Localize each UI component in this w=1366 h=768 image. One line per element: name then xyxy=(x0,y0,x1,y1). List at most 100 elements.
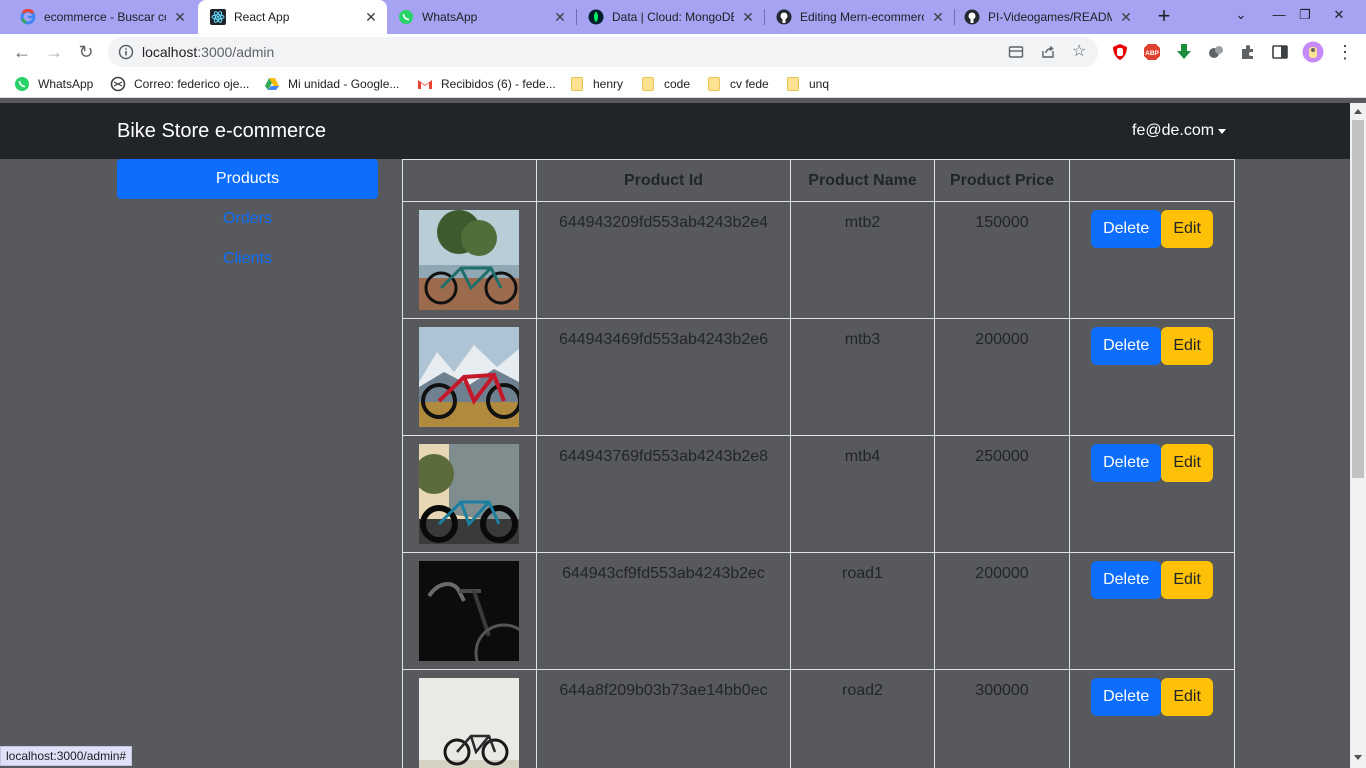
address-bar[interactable]: localhost:3000/admin ☆ xyxy=(108,37,1098,67)
edit-button[interactable]: Edit xyxy=(1161,561,1213,599)
gmail-icon xyxy=(417,76,433,92)
bookmark-gmail[interactable]: Recibidos (6) - fede... xyxy=(417,75,556,93)
mongodb-icon xyxy=(588,9,604,25)
page-scrollbar[interactable] xyxy=(1350,103,1366,768)
product-name-cell: road1 xyxy=(790,552,935,670)
close-icon[interactable]: ✕ xyxy=(172,9,188,25)
user-dropdown[interactable]: fe@de.com xyxy=(1132,122,1227,140)
tab-google-search[interactable]: ecommerce - Buscar con Google ✕ xyxy=(0,0,196,34)
tab-search-chevron-icon[interactable]: ⌄ xyxy=(1226,0,1256,34)
back-arrow-icon[interactable]: ← xyxy=(10,40,34,64)
edit-button[interactable]: Edit xyxy=(1161,444,1213,482)
actions-cell: Delete Edit xyxy=(1069,669,1235,768)
close-window-button[interactable]: ✕ xyxy=(1324,0,1354,34)
product-image xyxy=(419,444,519,544)
product-id-cell: 644943469fd553ab4243b2e6 xyxy=(536,318,791,436)
tab-label: Editing Mern-ecommerce xyxy=(800,10,924,24)
tab-github-editing[interactable]: Editing Mern-ecommerce ✕ xyxy=(766,0,954,34)
scroll-up-arrow-icon[interactable] xyxy=(1354,109,1362,114)
tab-whatsapp[interactable]: WhatsApp ✕ xyxy=(390,0,576,34)
actions-cell: Delete Edit xyxy=(1069,552,1235,670)
close-icon[interactable]: ✕ xyxy=(363,9,379,25)
bookmark-folder-code[interactable]: code xyxy=(640,75,690,93)
close-icon[interactable]: ✕ xyxy=(1118,9,1134,25)
product-image xyxy=(419,561,519,661)
edit-button[interactable]: Edit xyxy=(1161,210,1213,248)
info-icon[interactable] xyxy=(118,44,134,60)
scroll-down-arrow-icon[interactable] xyxy=(1354,755,1362,760)
sidebar-item-clients[interactable]: Clients xyxy=(117,239,378,279)
link-status-bubble: localhost:3000/admin# xyxy=(0,746,133,766)
browser-toolbar: ← → ↻ localhost:3000/admin ☆ ABP ⋮ xyxy=(0,34,1366,70)
product-price-cell: 300000 xyxy=(934,669,1070,768)
bookmark-folder-cv-fede[interactable]: cv fede xyxy=(706,75,769,93)
reading-mode-icon[interactable] xyxy=(1008,44,1024,60)
url-text: localhost:3000/admin xyxy=(142,44,274,60)
download-arrow-icon[interactable] xyxy=(1175,43,1193,61)
bookmarks-bar: WhatsApp Correo: federico oje... Mi unid… xyxy=(0,70,1366,98)
tab-react-app[interactable]: React App ✕ xyxy=(198,0,387,34)
bookmark-google-drive[interactable]: Mi unidad - Google... xyxy=(264,75,399,93)
profile-avatar[interactable] xyxy=(1302,41,1324,63)
bookmark-correo[interactable]: Correo: federico oje... xyxy=(110,75,249,93)
tab-mongodb[interactable]: Data | Cloud: MongoDB Cloud ✕ xyxy=(578,0,764,34)
delete-button[interactable]: Delete xyxy=(1091,210,1162,248)
browser-tabstrip: ecommerce - Buscar con Google ✕ React Ap… xyxy=(0,0,1366,34)
adblock-plus-icon[interactable]: ABP xyxy=(1143,43,1161,61)
product-name-cell: road2 xyxy=(790,669,935,768)
tab-label: ecommerce - Buscar con Google xyxy=(44,10,166,24)
table-header-row: Product Id Product Name Product Price xyxy=(402,159,1235,202)
folder-icon xyxy=(569,76,585,92)
column-header-image xyxy=(402,159,537,202)
product-image-cell xyxy=(402,552,537,670)
bookmark-folder-unq[interactable]: unq xyxy=(785,75,829,93)
app-navbar: Bike Store e-commerce fe@de.com xyxy=(0,103,1350,159)
bookmark-label: code xyxy=(664,77,691,91)
tab-label: WhatsApp xyxy=(422,10,478,24)
edit-button[interactable]: Edit xyxy=(1161,678,1213,716)
delete-button[interactable]: Delete xyxy=(1091,327,1162,365)
star-bookmark-icon[interactable]: ☆ xyxy=(1072,44,1088,60)
delete-button[interactable]: Delete xyxy=(1091,678,1162,716)
forward-arrow-icon[interactable]: → xyxy=(42,40,66,64)
ublock-icon[interactable] xyxy=(1111,43,1129,61)
row-actions: Delete Edit xyxy=(1078,327,1226,365)
sidebar-item-orders[interactable]: Orders xyxy=(117,199,378,239)
edit-button[interactable]: Edit xyxy=(1161,327,1213,365)
scrollbar-thumb[interactable] xyxy=(1352,120,1364,478)
product-id-cell: 644943cf9fd553ab4243b2ec xyxy=(536,552,791,670)
delete-button[interactable]: Delete xyxy=(1091,561,1162,599)
restore-button[interactable]: ❐ xyxy=(1290,0,1320,34)
bookmark-folder-henry[interactable]: henry xyxy=(569,75,623,93)
product-image-cell xyxy=(402,318,537,436)
table-row: 644943cf9fd553ab4243b2ec road1 200000 De… xyxy=(402,552,1235,670)
product-image-cell xyxy=(402,669,537,768)
new-tab-button[interactable]: + xyxy=(1152,5,1176,29)
outlook-icon xyxy=(110,76,126,92)
column-header-actions xyxy=(1069,159,1235,202)
column-header-product-name: Product Name xyxy=(790,159,935,202)
share-icon[interactable] xyxy=(1040,44,1056,60)
close-icon[interactable]: ✕ xyxy=(552,9,568,25)
delete-button[interactable]: Delete xyxy=(1091,444,1162,482)
side-panel-icon[interactable] xyxy=(1271,43,1289,61)
sidebar-item-products[interactable]: Products xyxy=(117,159,378,199)
bookmark-whatsapp[interactable]: WhatsApp xyxy=(14,75,93,93)
user-email: fe@de.com xyxy=(1132,122,1215,139)
product-name-cell: mtb2 xyxy=(790,201,935,319)
tab-github-readme[interactable]: PI-Videogames/README.md ✕ xyxy=(956,0,1142,34)
product-price-cell: 250000 xyxy=(934,435,1070,553)
product-id-cell: 644943769fd553ab4243b2e8 xyxy=(536,435,791,553)
bookmark-label: unq xyxy=(809,77,830,91)
github-icon xyxy=(776,9,792,25)
tab-label: Data | Cloud: MongoDB Cloud xyxy=(612,10,734,24)
brand-title[interactable]: Bike Store e-commerce xyxy=(117,120,326,143)
close-icon[interactable]: ✕ xyxy=(930,9,946,25)
extension-balls-icon[interactable] xyxy=(1207,43,1225,61)
google-drive-icon xyxy=(264,76,280,92)
react-icon xyxy=(210,9,226,25)
more-vert-icon[interactable]: ⋮ xyxy=(1336,43,1354,61)
reload-icon[interactable]: ↻ xyxy=(74,40,98,64)
close-icon[interactable]: ✕ xyxy=(740,9,756,25)
puzzle-extensions-icon[interactable] xyxy=(1239,43,1257,61)
